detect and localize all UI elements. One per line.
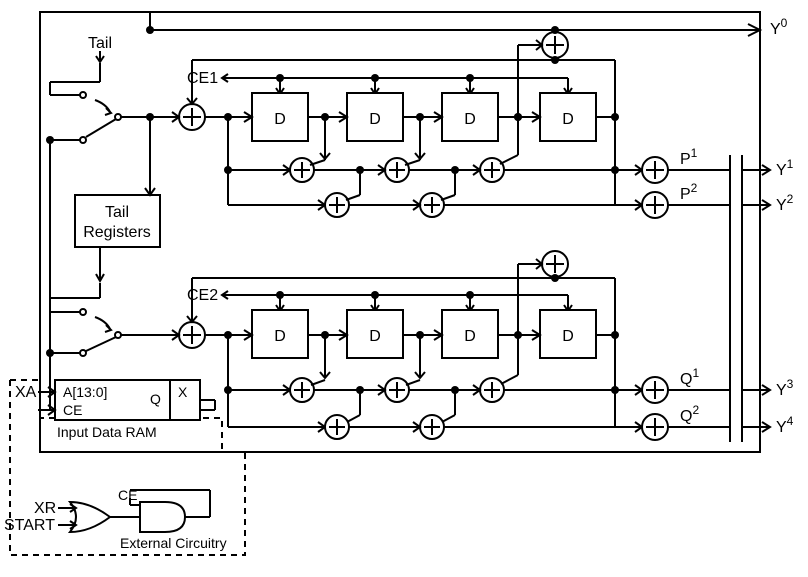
and-gate [140,502,185,532]
ram-q-label: Q [150,391,161,407]
d-label: D [369,328,381,345]
external-circuitry-label: External Circuitry [120,535,227,551]
label-xa: XA [15,384,37,401]
ram-ce-label: CE [63,402,82,418]
input-ram-caption: Input Data RAM [57,424,157,440]
label-y1: Y1 [776,157,794,179]
d-label: D [464,328,476,345]
label-q2: Q2 [680,403,699,425]
d-label: D [562,111,574,128]
label-p2: P2 [680,181,698,203]
label-y4: Y4 [776,414,794,436]
tail-registers-label2: Registers [83,224,151,241]
label-xr: XR [34,500,56,517]
or-gate [70,502,110,532]
d-label: D [369,111,381,128]
ram-addr-label: A[13:0] [63,384,107,400]
label-p1: P1 [680,146,698,168]
label-y0: Y0 [770,16,788,38]
d-label: D [562,328,574,345]
label-y3: Y3 [776,377,794,399]
label-tail: Tail [88,35,112,52]
label-q1: Q1 [680,366,699,388]
tail-registers-label1: Tail [105,204,129,221]
label-start: START [4,517,55,534]
d-label: D [464,111,476,128]
label-y2: Y2 [776,192,794,214]
d-label: D [274,328,286,345]
ram-x-label: X [178,384,188,400]
d-label: D [274,111,286,128]
